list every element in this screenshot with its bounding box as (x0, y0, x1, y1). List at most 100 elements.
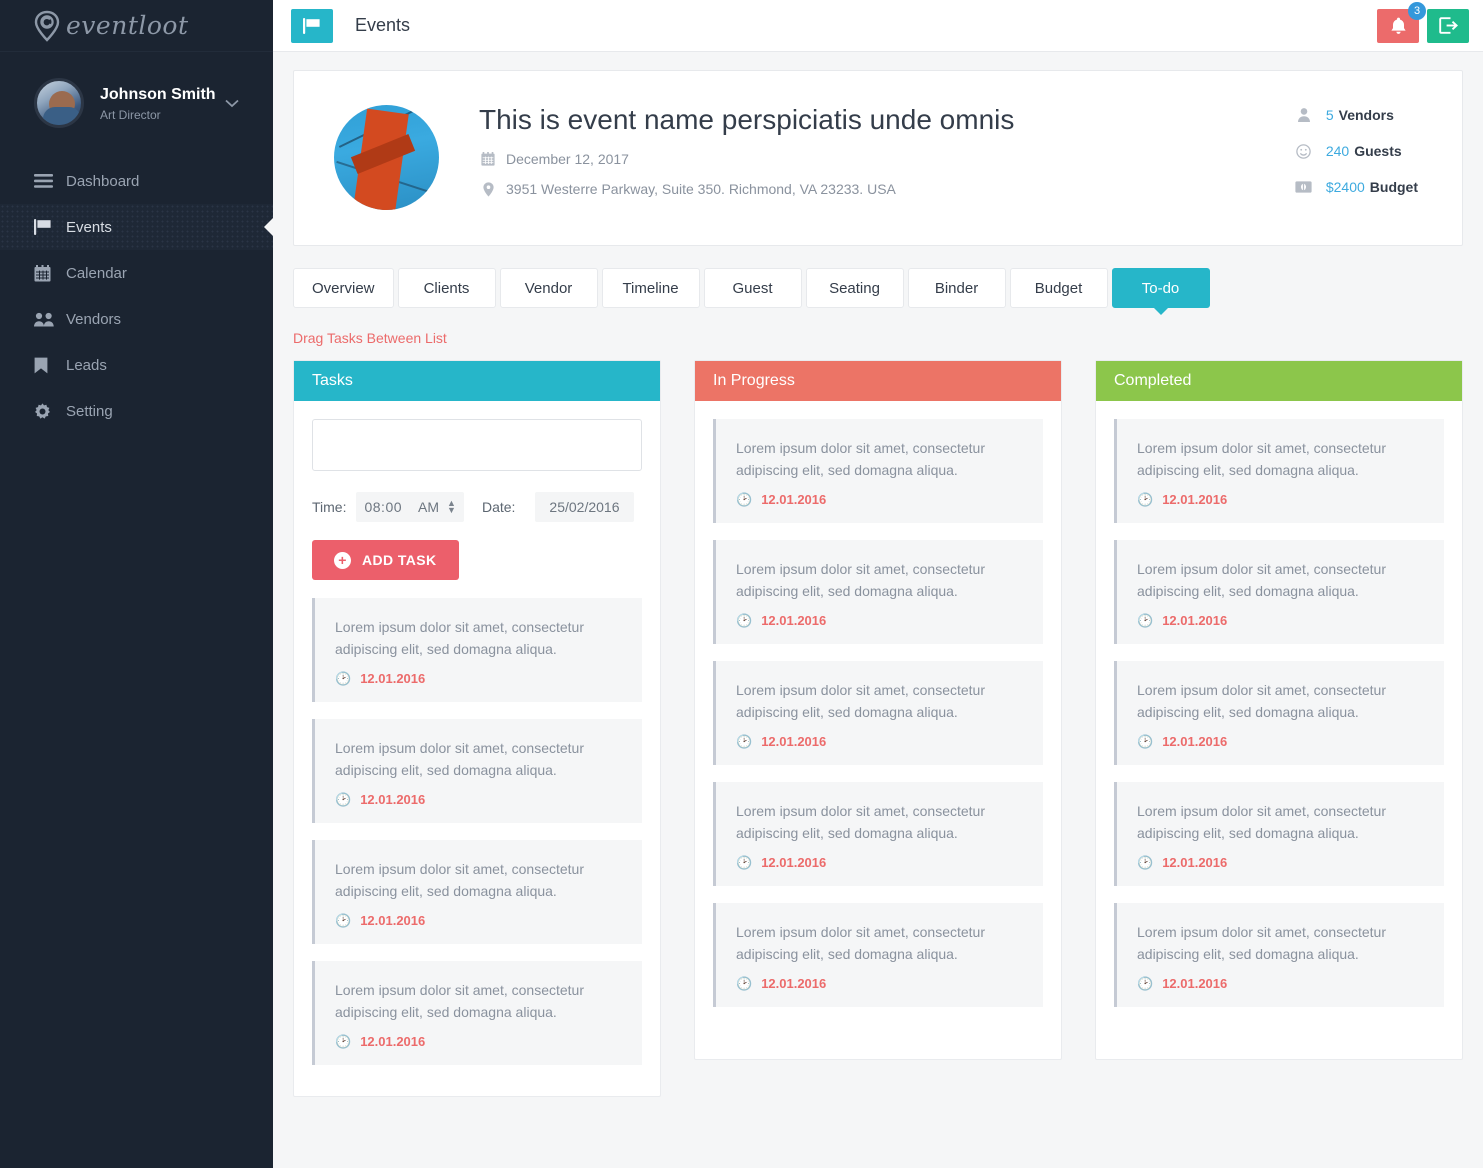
tab-label: Binder (934, 279, 979, 297)
tab-todo[interactable]: To-do (1111, 268, 1210, 308)
task-card[interactable]: Lorem ipsum dolor sit amet, consectetur … (312, 598, 642, 702)
task-card[interactable]: Lorem ipsum dolor sit amet, consectetur … (1114, 540, 1444, 644)
task-card[interactable]: Lorem ipsum dolor sit amet, consectetur … (1114, 419, 1444, 523)
task-date: 12.01.2016 (761, 855, 827, 870)
task-card[interactable]: Lorem ipsum dolor sit amet, consectetur … (1114, 903, 1444, 1007)
users-icon (34, 312, 60, 327)
sidebar-item-label: Setting (66, 402, 113, 420)
event-date-row: December 12, 2017 (479, 151, 1294, 167)
event-stats: 5 Vendors 240 Guests $2400 Budget (1294, 99, 1436, 215)
task-card[interactable]: Lorem ipsum dolor sit amet, consectetur … (713, 661, 1043, 765)
tab-label: To-do (1141, 279, 1180, 297)
clock-icon: 🕑 (335, 913, 352, 928)
stat-vendors: 5 Vendors (1294, 107, 1418, 123)
sidebar-item-vendors[interactable]: Vendors (0, 296, 273, 342)
stat-value: 5 (1325, 107, 1334, 123)
task-meta: 🕑 12.01.2016 (736, 734, 1023, 749)
sidebar-item-dashboard[interactable]: Dashboard (0, 158, 273, 204)
hamburger-icon (34, 174, 60, 188)
notifications-button[interactable]: 3 (1377, 1, 1426, 43)
time-value: 08:00 (364, 499, 403, 515)
logout-button[interactable] (1427, 8, 1469, 43)
task-meta: 🕑 12.01.2016 (736, 976, 1023, 991)
column-tasks: Tasks Time: 08:00 AM ▲ ▼ Date: 25/02/201… (293, 360, 661, 1097)
task-card[interactable]: Lorem ipsum dolor sit amet, consectetur … (312, 961, 642, 1065)
task-meta: 🕑 12.01.2016 (736, 492, 1023, 507)
profile-block[interactable]: Johnson Smith Art Director (0, 52, 273, 158)
clock-icon: 🕑 (335, 671, 352, 686)
event-summary-card: This is event name perspiciatis unde omn… (293, 70, 1463, 246)
sidebar-item-events[interactable]: Events (0, 204, 273, 250)
tab-label: Seating (829, 279, 880, 297)
task-text: Lorem ipsum dolor sit amet, consectetur … (335, 619, 584, 657)
column-title: In Progress (713, 372, 795, 389)
map-pin-icon (479, 181, 497, 197)
money-icon (1294, 181, 1314, 193)
event-date: December 12, 2017 (506, 151, 629, 167)
task-date: 12.01.2016 (360, 913, 426, 928)
date-label: Date: (481, 499, 516, 515)
gear-icon (34, 402, 60, 420)
date-value: 25/02/2016 (549, 499, 620, 515)
tab-overview[interactable]: Overview (293, 268, 394, 308)
task-meta: 🕑 12.01.2016 (1137, 492, 1424, 507)
tab-vendor[interactable]: Vendor (499, 268, 598, 308)
flag-icon (291, 8, 333, 43)
task-meta: 🕑 12.01.2016 (335, 671, 622, 686)
task-meta: 🕑 12.01.2016 (335, 792, 622, 807)
tab-binder[interactable]: Binder (907, 268, 1006, 308)
task-date: 12.01.2016 (761, 613, 827, 628)
time-input[interactable]: 08:00 AM ▲ ▼ (356, 492, 464, 522)
task-card[interactable]: Lorem ipsum dolor sit amet, consectetur … (1114, 661, 1444, 765)
chevron-down-icon[interactable] (225, 96, 239, 111)
tab-clients[interactable]: Clients (397, 268, 496, 308)
spinner-updown-icon[interactable]: ▲ ▼ (447, 499, 456, 515)
task-card[interactable]: Lorem ipsum dolor sit amet, consectetur … (713, 782, 1043, 886)
task-text: Lorem ipsum dolor sit amet, consectetur … (1137, 682, 1386, 720)
tab-budget[interactable]: Budget (1009, 268, 1108, 308)
task-meta: 🕑 12.01.2016 (1137, 613, 1424, 628)
tab-guest[interactable]: Guest (703, 268, 802, 308)
task-date: 12.01.2016 (1162, 976, 1228, 991)
page-title: Events (355, 15, 411, 35)
tab-label: Clients (423, 279, 470, 297)
sidebar-item-label: Vendors (66, 310, 122, 328)
task-card[interactable]: Lorem ipsum dolor sit amet, consectetur … (312, 840, 642, 944)
task-text: Lorem ipsum dolor sit amet, consectetur … (736, 924, 985, 962)
flag-icon (34, 219, 60, 235)
sidebar-item-calendar[interactable]: Calendar (0, 250, 273, 296)
new-task-input[interactable] (312, 419, 642, 471)
sidebar-item-setting[interactable]: Setting (0, 388, 273, 434)
task-card[interactable]: Lorem ipsum dolor sit amet, consectetur … (713, 419, 1043, 523)
task-meta: 🕑 12.01.2016 (736, 855, 1023, 870)
drag-hint: Drag Tasks Between List (293, 330, 447, 346)
task-text: Lorem ipsum dolor sit amet, consectetur … (736, 561, 985, 599)
column-in-progress: In Progress Lorem ipsum dolor sit amet, … (694, 360, 1062, 1060)
tab-seating[interactable]: Seating (805, 268, 904, 308)
clock-icon: 🕑 (1137, 734, 1154, 749)
tab-timeline[interactable]: Timeline (601, 268, 700, 308)
tab-label: Guest (732, 279, 773, 297)
event-location: 3951 Westerre Parkway, Suite 350. Richmo… (506, 181, 896, 197)
sidebar-item-leads[interactable]: Leads (0, 342, 273, 388)
task-text: Lorem ipsum dolor sit amet, consectetur … (1137, 803, 1386, 841)
column-header: In Progress (695, 361, 1061, 401)
task-card[interactable]: Lorem ipsum dolor sit amet, consectetur … (1114, 782, 1444, 886)
task-card[interactable]: Lorem ipsum dolor sit amet, consectetur … (713, 540, 1043, 644)
calendar-icon (479, 152, 497, 166)
person-icon (1294, 108, 1314, 122)
task-date: 12.01.2016 (1162, 492, 1228, 507)
time-label: Time: (312, 499, 347, 515)
add-task-button[interactable]: + ADD TASK (312, 540, 459, 580)
event-info: This is event name perspiciatis unde omn… (479, 99, 1294, 197)
task-card[interactable]: Lorem ipsum dolor sit amet, consectetur … (312, 719, 642, 823)
stat-value: 240 (1325, 143, 1350, 159)
time-ampm: AM (418, 499, 440, 515)
date-input[interactable]: 25/02/2016 (535, 492, 634, 522)
column-title: Tasks (312, 372, 353, 389)
task-date: 12.01.2016 (761, 734, 827, 749)
task-date: 12.01.2016 (360, 1034, 426, 1049)
task-card[interactable]: Lorem ipsum dolor sit amet, consectetur … (713, 903, 1043, 1007)
brand-logo[interactable]: eventloot (0, 0, 273, 52)
notification-badge: 3 (1408, 1, 1426, 20)
